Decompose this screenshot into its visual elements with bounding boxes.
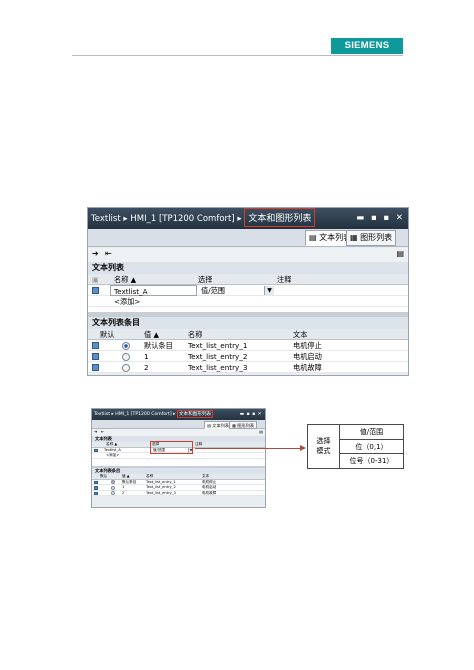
option-bit: 位（0,1） — [340, 440, 403, 454]
editor-titlebar: Textlist ▸ HMI_1 [TP1200 Comfort] ▸ 文本和图… — [88, 208, 408, 229]
editor-tabs: ▤ 文本列表 ▦ 图形列表 — [92, 420, 265, 429]
entry-row[interactable]: 2 Text_list_entry_3 电机故障 — [92, 490, 265, 498]
column-text-header[interactable]: 文本 — [293, 329, 307, 340]
entry-value: 2 — [144, 363, 149, 372]
siemens-logo: SIEMENS — [331, 38, 403, 54]
option-bit-number: 位号（0-31） — [349, 457, 394, 465]
entry-name: Text_list_entry_3 — [188, 363, 248, 372]
column-name-header[interactable]: 名称 ▲ — [114, 274, 136, 285]
editor-toolbar: ➔ ⇤ ▤ — [88, 248, 408, 262]
text-list-editor-thumbnail: Textlist ▸ HMI_1 [TP1200 Comfort] ▸ 文本和图… — [91, 408, 266, 508]
add-text-list-link[interactable]: <添加> — [114, 296, 140, 307]
table-settings-icon[interactable]: ▤ — [396, 249, 404, 258]
window-controls-icon[interactable]: ▬ ▪ ▪ ✕ — [356, 208, 405, 229]
entry-value: 1 — [144, 352, 149, 361]
entry-row[interactable]: 默认条目 Text_list_entry_1 电机停止 — [88, 340, 408, 351]
selection-column-highlight — [150, 441, 193, 454]
entry-text: 电机故障 — [293, 363, 322, 372]
entry-name: Text_list_entry_1 — [188, 341, 248, 350]
text-lists-heading: 文本列表 — [88, 262, 408, 274]
column-value-header[interactable]: 值 ▲ — [144, 329, 159, 340]
selection-dropdown-icon[interactable]: ▼ — [264, 286, 274, 295]
entry-text: 电机停止 — [293, 341, 322, 350]
text-lists-empty-area — [92, 458, 265, 466]
connector-line — [195, 448, 301, 449]
breadcrumb[interactable]: Textlist ▸ HMI_1 [TP1200 Comfort] ▸ — [94, 412, 175, 417]
option-value-range: 值/范围 — [340, 425, 403, 440]
column-select-header[interactable]: 选择 — [198, 274, 212, 285]
delete-row-icon[interactable]: ⇤ — [101, 429, 104, 434]
column-comment-header[interactable]: 注释 — [277, 274, 291, 285]
header-spacer-icon: ▣ — [92, 275, 99, 284]
selection-value: 值/范围 — [201, 286, 225, 295]
window-controls-icon[interactable]: ▬ ▪ ▪ ✕ — [240, 409, 262, 420]
selection-mode-table: 选择模式 值/范围 位（0,1） 位号（0-31） — [307, 424, 404, 469]
tab-graphic-list[interactable]: ▦ 图形列表 — [229, 421, 258, 429]
default-radio[interactable] — [122, 362, 130, 375]
insert-row-icon[interactable]: ➔ — [94, 429, 97, 434]
header-divider — [72, 55, 403, 56]
text-list-name-field[interactable]: Textlist_A — [110, 285, 197, 296]
entry-row-icon — [92, 362, 99, 374]
column-entry-name-header[interactable]: 名称 — [188, 329, 202, 340]
add-text-list-row[interactable]: <添加> — [88, 296, 408, 307]
tab-text-list[interactable]: ▤ 文本列表 — [204, 421, 233, 429]
editor-tabs: ▤ 文本列表 ▦ 图形列表 — [88, 229, 408, 247]
entry-name: Text_list_entry_3 — [146, 490, 176, 495]
editor-title-highlight: 文本和图形列表 — [176, 410, 214, 418]
breadcrumb[interactable]: Textlist ▸ HMI_1 [TP1200 Comfort] ▸ — [91, 214, 242, 224]
tab-graphic-list[interactable]: ▦ 图形列表 — [346, 230, 397, 246]
editor-title-highlight: 文本和图形列表 — [244, 208, 316, 227]
entry-text: 电机故障 — [202, 490, 217, 495]
delete-row-icon[interactable]: ⇤ — [105, 249, 112, 258]
entry-row[interactable]: 2 Text_list_entry_3 电机故障 — [88, 362, 408, 373]
graphic-list-tab-icon: ▦ — [350, 233, 361, 242]
entry-row[interactable]: 1 Text_list_entry_2 电机启动 — [88, 351, 408, 362]
editor-titlebar: Textlist ▸ HMI_1 [TP1200 Comfort] ▸ 文本和图… — [92, 409, 265, 420]
text-list-tab-icon: ▤ — [309, 233, 320, 242]
column-default-header[interactable]: 默认 — [100, 329, 114, 340]
default-radio[interactable] — [111, 491, 115, 498]
entry-name: Text_list_entry_2 — [188, 352, 248, 361]
insert-row-icon[interactable]: ➔ — [92, 249, 99, 258]
table-settings-icon[interactable]: ▤ — [259, 429, 263, 434]
entry-value: 默认条目 — [144, 341, 173, 350]
entry-row-icon — [94, 491, 98, 498]
text-list-row[interactable]: Textlist_A 值/范围 ▼ — [88, 285, 408, 296]
text-lists-header: ▣ 名称 ▲ 选择 注释 — [88, 274, 408, 285]
entries-header: 默认 值 ▲ 名称 文本 — [88, 329, 408, 340]
entry-text: 电机启动 — [293, 352, 322, 361]
connector-arrow-icon — [300, 445, 306, 451]
text-list-editor-screenshot: Textlist ▸ HMI_1 [TP1200 Comfort] ▸ 文本和图… — [87, 207, 409, 376]
text-list-entries-heading: 文本列表条目 — [88, 317, 408, 329]
editor-toolbar: ➔ ⇤ ▤ — [92, 429, 265, 436]
entry-value: 2 — [122, 490, 125, 495]
selection-mode-label: 选择模式 — [308, 425, 340, 468]
